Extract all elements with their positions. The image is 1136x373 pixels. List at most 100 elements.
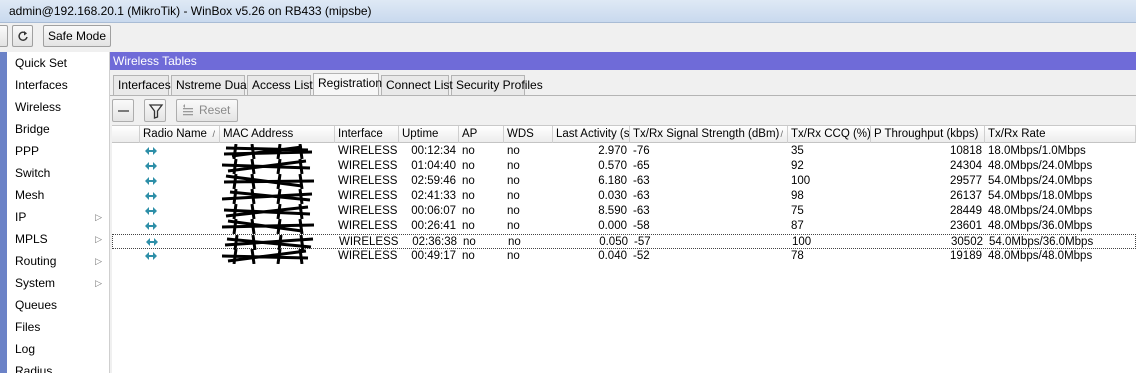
table-row[interactable]: WIRELESS 02:36:38 no no 0.050 -57 100 30502 54.0…	[112, 234, 1136, 250]
column-header-last-activity[interactable]: Last Activity (s)	[553, 126, 630, 143]
column-header-signal-strength[interactable]: Tx/Rx Signal Strength (dBm) /	[630, 126, 788, 143]
table-row[interactable]: WIRELESS 00:26:41 no no 0.000 -58 87 23601 48.0M…	[112, 219, 1136, 234]
cell-wds: no	[507, 190, 520, 202]
cell-mac-address	[220, 204, 335, 219]
menu-item-label: MPLS	[15, 232, 48, 246]
menu-item-label: Routing	[15, 254, 57, 268]
cell-uptime: 00:26:41	[411, 220, 456, 232]
column-header-rate[interactable]: Tx/Rx Rate	[985, 126, 1136, 143]
column-header-blank[interactable]	[112, 126, 140, 143]
reset-button[interactable]: Reset	[176, 99, 238, 122]
menu-item-system[interactable]: System ▷	[7, 272, 109, 294]
menu-item-bridge[interactable]: Bridge	[7, 118, 109, 140]
table-row[interactable]: WIRELESS 00:12:34 no no 2.970 -76 35 10818 18.0M…	[112, 144, 1136, 159]
menu-item-interfaces[interactable]: Interfaces	[7, 74, 109, 96]
cell-ap: no	[463, 236, 476, 248]
cell-radio-name	[140, 219, 220, 234]
menu-item-quick-set[interactable]: Quick Set	[7, 52, 109, 74]
cell-rate: 54.0Mbps/24.0Mbps	[988, 175, 1093, 187]
cell-ap: no	[462, 160, 475, 172]
menu-item-files[interactable]: Files	[7, 316, 109, 338]
window-title: admin@192.168.20.1 (MikroTik) - WinBox v…	[9, 4, 372, 18]
chevron-right-icon: ▷	[95, 256, 102, 266]
reset-label: Reset	[199, 103, 231, 117]
registration-table: Radio Name / MAC Address Interface Uptime…	[112, 125, 1136, 373]
menu-item-mpls[interactable]: MPLS ▷	[7, 228, 109, 250]
column-header-ccq[interactable]: Tx/Rx CCQ (%)	[788, 126, 871, 143]
cell-interface: WIRELESS	[338, 160, 398, 172]
menu-item-radius[interactable]: Radius	[7, 360, 109, 373]
menu-item-label: Switch	[15, 166, 51, 180]
column-header-uptime[interactable]: Uptime	[399, 126, 459, 143]
safe-mode-button[interactable]: Safe Mode	[43, 25, 111, 47]
redaction-scribble	[222, 189, 313, 204]
wireless-tables-window: Wireless Tables Interfaces Nstreme Dual …	[110, 52, 1136, 373]
cell-last-activity: 6.180	[598, 175, 627, 187]
cell-ccq: 100	[791, 175, 811, 187]
cell-throughput: 23601	[950, 220, 982, 232]
menu-item-ip[interactable]: IP ▷	[7, 206, 109, 228]
menu-item-queues[interactable]: Queues	[7, 294, 109, 316]
menu-item-log[interactable]: Log	[7, 338, 109, 360]
back-button[interactable]	[0, 25, 8, 47]
menu-item-switch[interactable]: Switch	[7, 162, 109, 184]
cell-ap: no	[462, 190, 475, 202]
cell-throughput: 19189	[950, 250, 982, 262]
menu-item-wireless[interactable]: Wireless	[7, 96, 109, 118]
redo-icon	[17, 31, 28, 41]
title-bar: admin@192.168.20.1 (MikroTik) - WinBox v…	[0, 0, 1136, 23]
menu-item-label: Interfaces	[15, 78, 68, 92]
table-row[interactable]: WIRELESS 00:06:07 no no 8.590 -63 75 28449 48.0M…	[112, 204, 1136, 219]
tab-connect-list[interactable]: Connect List	[381, 75, 453, 95]
cell-wds: no	[507, 145, 520, 157]
cell-wds: no	[507, 205, 520, 217]
column-header-interface[interactable]: Interface	[335, 126, 399, 143]
cell-radio-name	[141, 235, 221, 250]
tab-registration[interactable]: Registration	[313, 73, 382, 96]
tab-nstreme-dual[interactable]: Nstreme Dual	[171, 75, 249, 95]
chevron-right-icon: ▷	[95, 234, 102, 244]
cell-uptime: 00:06:07	[411, 205, 456, 217]
column-header-ap[interactable]: AP	[459, 126, 504, 143]
table-row[interactable]: WIRELESS 00:49:17 no no 0.040 -52 78 19189 48.0M…	[112, 249, 1136, 264]
cell-ccq: 87	[791, 220, 804, 232]
cell-throughput: 28449	[950, 205, 982, 217]
filter-button[interactable]	[144, 99, 166, 122]
table-row[interactable]: WIRELESS 02:41:33 no no 0.030 -63 98 26137 54.0M…	[112, 189, 1136, 204]
cell-uptime: 02:41:33	[411, 190, 456, 202]
table-row[interactable]: WIRELESS 02:59:46 no no 6.180 -63 100 29577 54.0…	[112, 174, 1136, 189]
redo-button[interactable]	[12, 25, 33, 47]
cell-rate: 48.0Mbps/36.0Mbps	[988, 220, 1093, 232]
cell-rate: 48.0Mbps/24.0Mbps	[988, 160, 1093, 172]
cell-ap: no	[462, 205, 475, 217]
cell-mac-address	[221, 235, 336, 250]
remove-button[interactable]	[112, 99, 134, 122]
cell-last-activity: 0.050	[599, 236, 628, 248]
tab-security-profiles[interactable]: Security Profiles	[451, 75, 543, 95]
cell-mac-address	[220, 144, 335, 159]
tab-access-list[interactable]: Access List	[247, 75, 313, 95]
cell-last-activity: 0.040	[598, 250, 627, 262]
redaction-scribble	[223, 144, 313, 159]
menu-item-mesh[interactable]: Mesh	[7, 184, 109, 206]
column-header-throughput[interactable]: P Throughput (kbps)	[871, 126, 985, 143]
tab-interfaces[interactable]: Interfaces	[113, 75, 171, 95]
cell-wds: no	[507, 160, 520, 172]
cell-mac-address	[220, 174, 335, 189]
menu-item-ppp[interactable]: PPP	[7, 140, 109, 162]
cell-uptime: 02:36:38	[412, 236, 457, 248]
column-header-wds[interactable]: WDS	[504, 126, 553, 143]
column-header-mac-address[interactable]: MAC Address	[220, 126, 335, 143]
cell-interface: WIRELESS	[338, 205, 398, 217]
cell-last-activity: 0.000	[598, 220, 627, 232]
menu-item-routing[interactable]: Routing ▷	[7, 250, 109, 272]
chevron-right-icon: ▷	[95, 212, 102, 222]
cell-mac-address	[220, 189, 335, 204]
table-row[interactable]: WIRELESS 01:04:40 no no 0.570 -65 92 24304 48.0M…	[112, 159, 1136, 174]
redaction-scribble	[224, 235, 314, 250]
cell-mac-address	[220, 249, 335, 264]
column-header-radio-name[interactable]: Radio Name /	[140, 126, 220, 143]
cell-rate: 54.0Mbps/36.0Mbps	[989, 236, 1094, 248]
cell-ccq: 100	[792, 236, 812, 248]
redaction-scribble	[222, 249, 309, 264]
